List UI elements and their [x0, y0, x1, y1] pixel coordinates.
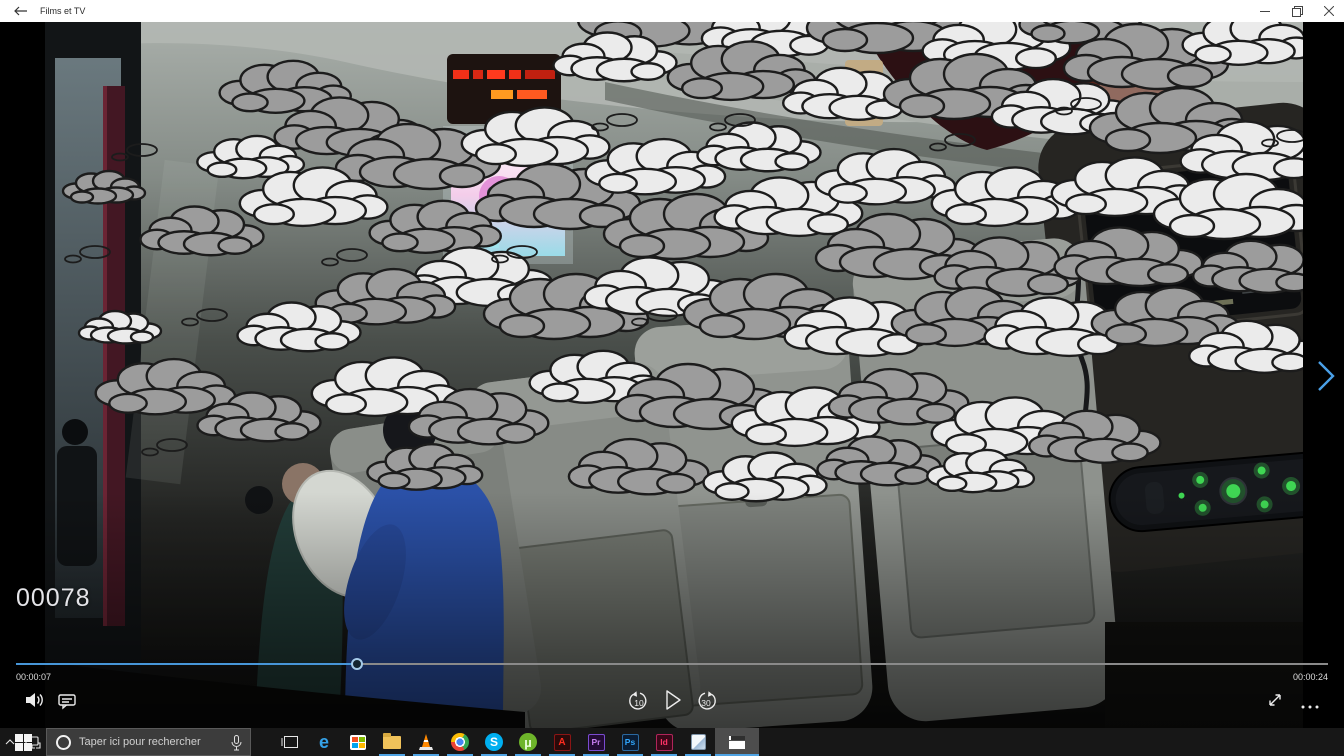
- photoshop-icon: Ps: [622, 734, 639, 751]
- taskbar-item-notes[interactable]: [681, 728, 715, 756]
- subtitles-icon: [58, 692, 77, 710]
- taskbar-item-vlc[interactable]: [409, 728, 443, 756]
- start-button[interactable]: [0, 728, 46, 756]
- search-input[interactable]: Taper ici pour rechercher: [46, 728, 251, 756]
- close-button[interactable]: [1314, 0, 1344, 22]
- taskbar-item-edge[interactable]: e: [307, 728, 341, 756]
- next-video-button[interactable]: [1313, 358, 1339, 394]
- films-tv-icon: [729, 736, 745, 749]
- more-options-button[interactable]: [1300, 697, 1320, 715]
- store-icon: [350, 735, 366, 750]
- taskbar-item-store[interactable]: [341, 728, 375, 756]
- time-total: 00:00:24: [1293, 672, 1328, 682]
- back-arrow-icon: [14, 6, 28, 16]
- microphone-icon[interactable]: [231, 735, 242, 751]
- svg-text:30: 30: [701, 698, 711, 708]
- chrome-icon: [451, 733, 469, 751]
- restore-icon: [1292, 6, 1303, 17]
- minimize-button[interactable]: [1250, 0, 1280, 22]
- windows-logo-icon: [15, 734, 32, 751]
- file-explorer-icon: [383, 736, 401, 749]
- back-button[interactable]: [6, 0, 36, 22]
- taskbar-item-chrome[interactable]: [443, 728, 477, 756]
- player-background: 00078 00:00:07 00:00:24: [0, 22, 1344, 728]
- more-options-icon: [1300, 704, 1320, 710]
- screen: Films et TV: [0, 0, 1344, 756]
- task-view-icon: [281, 735, 299, 749]
- skip-forward-button[interactable]: 30: [695, 690, 717, 717]
- taskbar-item-acrobat[interactable]: A: [545, 728, 579, 756]
- taskbar-item-indesign[interactable]: Id: [647, 728, 681, 756]
- volume-button[interactable]: [24, 690, 44, 715]
- utorrent-icon: µ: [519, 733, 537, 751]
- fullscreen-icon: [1266, 691, 1284, 709]
- indesign-icon: Id: [656, 734, 673, 751]
- taskbar-item-skype[interactable]: S: [477, 728, 511, 756]
- play-icon: [662, 688, 684, 712]
- taskbar-item-file-explorer[interactable]: [375, 728, 409, 756]
- premiere-pro-icon: Pr: [588, 734, 605, 751]
- taskbar-item-photoshop[interactable]: Ps: [613, 728, 647, 756]
- vlc-icon: [417, 733, 435, 751]
- taskbar-item-premiere-pro[interactable]: Pr: [579, 728, 613, 756]
- minimize-icon: [1260, 6, 1270, 16]
- volume-icon: [24, 690, 44, 710]
- search-placeholder: Taper ici pour rechercher: [79, 736, 201, 748]
- skip-back-icon: 10: [628, 690, 650, 712]
- frame-number-overlay: 00078: [16, 584, 91, 613]
- time-elapsed: 00:00:07: [16, 672, 51, 682]
- seek-scrubber[interactable]: [351, 658, 363, 670]
- taskbar-item-task-view[interactable]: [273, 728, 307, 756]
- edge-icon: e: [319, 732, 329, 753]
- taskbar: Taper ici pour rechercher e: [0, 728, 1344, 756]
- acrobat-icon: A: [554, 734, 571, 751]
- svg-text:10: 10: [634, 698, 644, 708]
- seek-bar[interactable]: [16, 659, 1328, 669]
- restore-button[interactable]: [1282, 0, 1312, 22]
- video-frame[interactable]: [45, 22, 1303, 728]
- taskbar-item-films-tv[interactable]: [715, 728, 759, 756]
- play-button[interactable]: [662, 688, 684, 717]
- notes-icon: [691, 734, 706, 750]
- fullscreen-button[interactable]: [1266, 691, 1284, 714]
- window-title: Films et TV: [40, 0, 85, 22]
- skype-icon: S: [485, 733, 503, 751]
- cortana-icon: [56, 735, 71, 750]
- close-icon: [1324, 6, 1334, 16]
- skip-back-button[interactable]: 10: [628, 690, 650, 717]
- skip-forward-icon: 30: [695, 690, 717, 712]
- seek-progress: [16, 663, 357, 665]
- taskbar-item-utorrent[interactable]: µ: [511, 728, 545, 756]
- subtitles-button[interactable]: [58, 692, 77, 715]
- titlebar: Films et TV: [0, 0, 1344, 22]
